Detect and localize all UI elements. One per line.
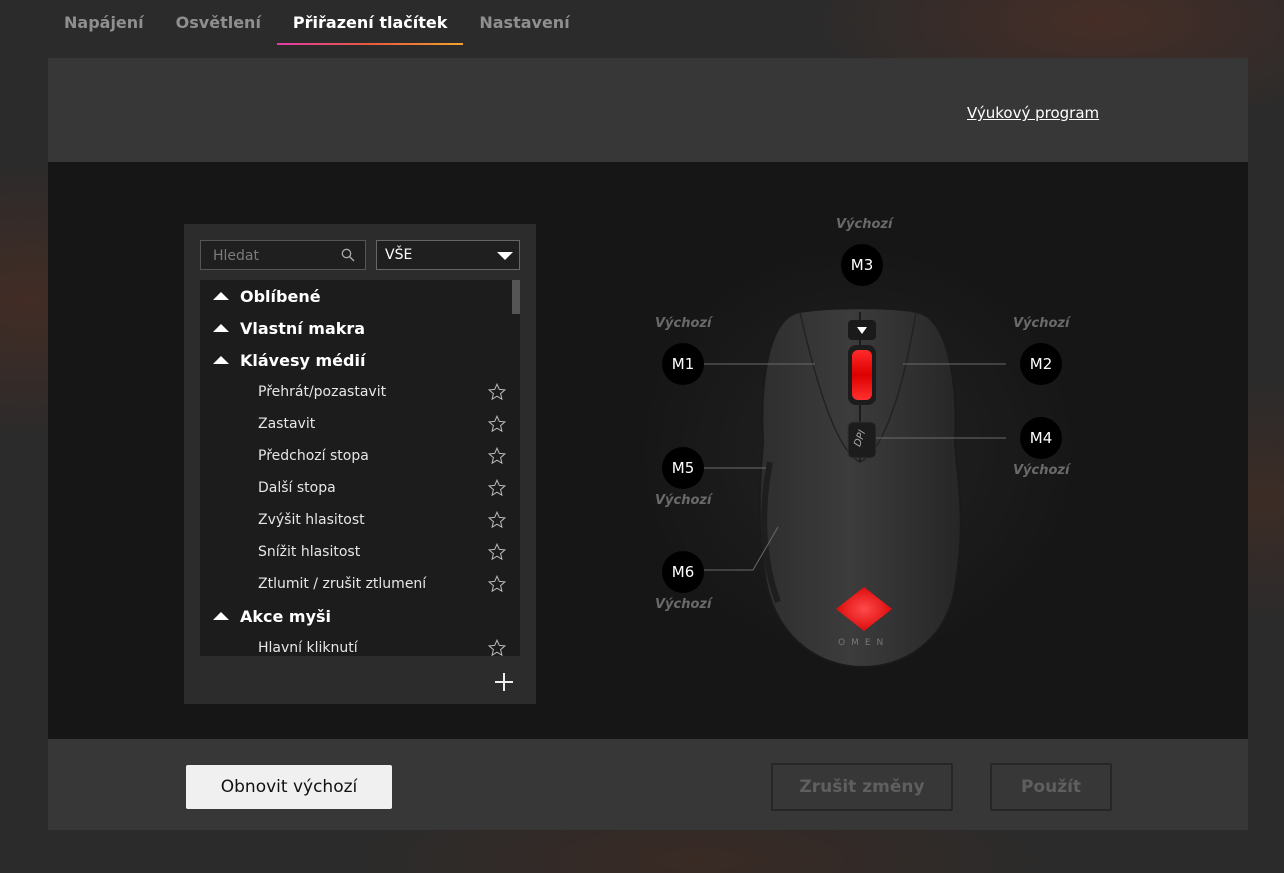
apply-button[interactable]: Použít <box>990 763 1112 811</box>
m1-assignment: Výchozí <box>655 316 712 331</box>
m3-button[interactable]: M3 <box>841 244 883 286</box>
m1-button[interactable]: M1 <box>662 343 704 385</box>
m2-button[interactable]: M2 <box>1020 343 1062 385</box>
m6-assignment: Výchozí <box>655 597 712 612</box>
tab-nastaveni[interactable]: Nastavení <box>479 8 569 44</box>
bottom-action-bar: Obnovit výchozí Zrušit změny Použít <box>48 739 1248 830</box>
tutorial-link[interactable]: Výukový program <box>967 104 1099 122</box>
main-area: VŠE Oblíbené Vlastní makra Klávesy médií… <box>48 162 1248 739</box>
mouse-brand-logo: OMEN <box>838 638 890 648</box>
cancel-changes-button[interactable]: Zrušit změny <box>771 763 953 811</box>
tab-napajeni[interactable]: Napájení <box>64 8 144 44</box>
restore-defaults-button[interactable]: Obnovit výchozí <box>186 765 392 809</box>
m5-button[interactable]: M5 <box>662 447 704 489</box>
m2-assignment: Výchozí <box>1013 316 1070 331</box>
m3-assignment: Výchozí <box>836 217 893 232</box>
m6-button[interactable]: M6 <box>662 551 704 593</box>
top-panel: Výukový program <box>48 58 1248 162</box>
mouse-diagram: DPI OMEN Výchozí M3 Výchozí M1 Výchozí M… <box>48 162 1248 739</box>
m4-assignment: Výchozí <box>1013 463 1070 478</box>
tab-osvetleni[interactable]: Osvětlení <box>176 8 261 44</box>
tab-bar: Napájení Osvětlení Přiřazení tlačítek Na… <box>64 8 602 45</box>
m5-assignment: Výchozí <box>655 493 712 508</box>
mouse-image <box>704 307 1006 669</box>
m4-button[interactable]: M4 <box>1020 417 1062 459</box>
tab-prirazeni-tlacitek[interactable]: Přiřazení tlačítek <box>276 8 464 45</box>
